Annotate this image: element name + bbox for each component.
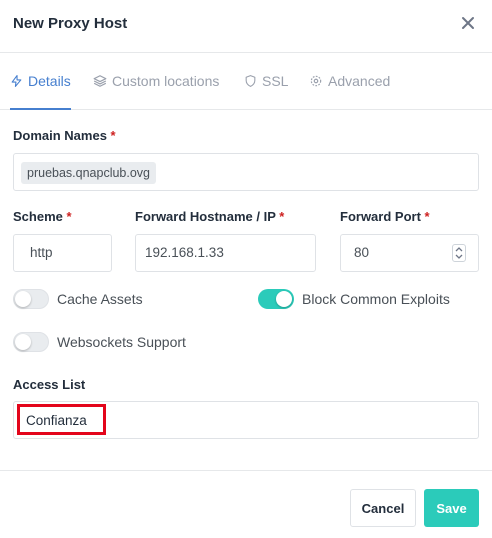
required-marker: * <box>110 128 116 143</box>
forward-hostname-label: Forward Hostname / IP * <box>135 209 284 224</box>
required-marker: * <box>279 209 285 224</box>
block-exploits-label: Block Common Exploits <box>302 291 450 307</box>
domain-names-input[interactable]: pruebas.qnapclub.ovg <box>13 153 479 191</box>
scheme-value: http <box>30 245 53 260</box>
shield-icon <box>245 75 256 87</box>
domain-names-label: Domain Names * <box>13 128 116 143</box>
forward-port-value: 80 <box>354 245 370 260</box>
layers-icon <box>93 75 107 87</box>
tab-details-label: Details <box>28 73 71 89</box>
cache-assets-toggle[interactable] <box>13 289 49 309</box>
tab-advanced-label: Advanced <box>328 73 391 89</box>
number-stepper-icon[interactable] <box>452 244 466 262</box>
zap-icon <box>11 75 22 87</box>
scheme-label: Scheme * <box>13 209 72 224</box>
tab-ssl-label: SSL <box>262 73 289 89</box>
forward-hostname-label-text: Forward Hostname / IP <box>135 209 276 224</box>
toggle-knob <box>15 291 31 307</box>
required-marker: * <box>66 209 72 224</box>
required-marker: * <box>424 209 430 224</box>
toggle-knob <box>276 291 292 307</box>
annotation-highlight-box <box>17 404 106 435</box>
access-list-label: Access List <box>13 377 86 392</box>
modal-title: New Proxy Host <box>13 15 128 32</box>
tab-custom-locations[interactable]: Custom locations <box>93 53 219 109</box>
toggle-knob <box>15 334 31 350</box>
tab-custom-locations-label: Custom locations <box>112 73 220 89</box>
cache-assets-label: Cache Assets <box>57 291 143 307</box>
websockets-toggle[interactable] <box>13 332 49 352</box>
tab-ssl[interactable]: SSL <box>244 53 288 109</box>
modal-footer: Cancel Save <box>0 470 492 538</box>
save-button[interactable]: Save <box>424 489 479 527</box>
gear-icon <box>310 75 322 87</box>
forward-port-input[interactable]: 80 <box>340 234 479 272</box>
tab-details[interactable]: Details <box>10 53 71 110</box>
forward-hostname-value: 192.168.1.33 <box>145 245 224 260</box>
modal-header: New Proxy Host <box>0 0 492 53</box>
new-proxy-host-modal: New Proxy Host Details Custom locations … <box>0 0 492 537</box>
tab-bar: Details Custom locations SSL Advanced <box>0 53 492 110</box>
forward-port-label-text: Forward Port <box>340 209 421 224</box>
close-icon[interactable] <box>457 12 479 34</box>
cancel-button[interactable]: Cancel <box>350 489 416 527</box>
scheme-label-text: Scheme <box>13 209 63 224</box>
forward-port-label: Forward Port * <box>340 209 430 224</box>
block-exploits-toggle[interactable] <box>258 289 294 309</box>
domain-chip[interactable]: pruebas.qnapclub.ovg <box>21 162 157 184</box>
websockets-label: Websockets Support <box>57 334 186 350</box>
domain-names-label-text: Domain Names <box>13 128 107 143</box>
scheme-select[interactable]: http <box>13 234 112 272</box>
forward-hostname-input[interactable]: 192.168.1.33 <box>135 234 316 272</box>
tab-advanced[interactable]: Advanced <box>309 53 390 109</box>
